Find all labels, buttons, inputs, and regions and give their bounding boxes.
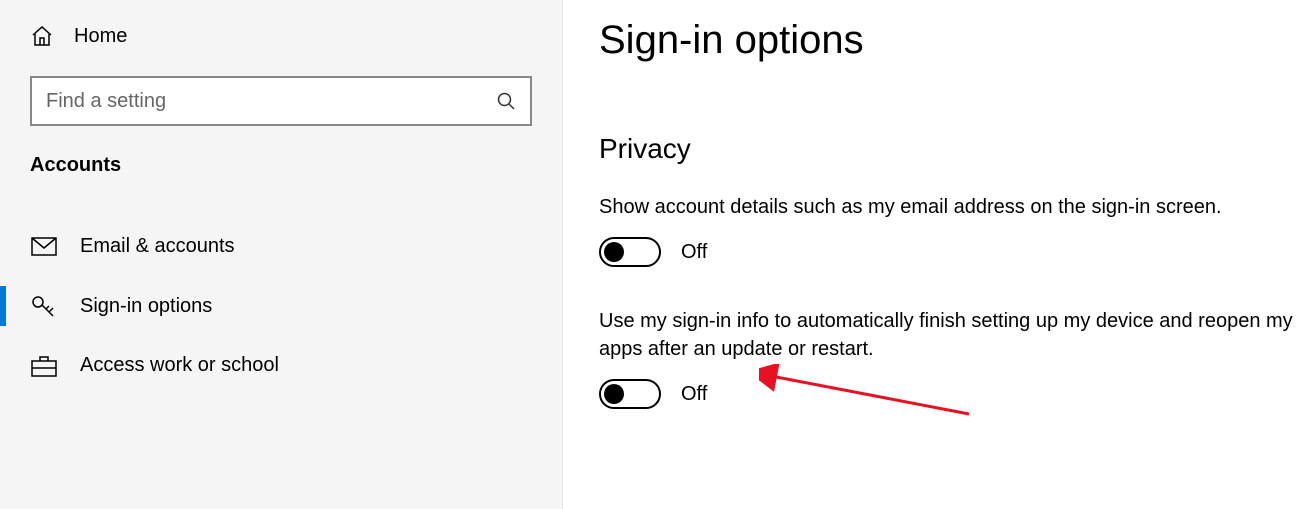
nav-home-label: Home: [74, 25, 127, 48]
search-input-wrap[interactable]: [30, 76, 532, 126]
toggle-auto-finish-setup[interactable]: [599, 379, 661, 409]
search-input[interactable]: [46, 90, 496, 113]
setting-show-account-details: Show account details such as my email ad…: [599, 193, 1309, 267]
toggle-state-label: Off: [681, 383, 707, 406]
setting-description: Use my sign-in info to automatically fin…: [599, 307, 1309, 363]
sidebar-section-label: Accounts: [0, 154, 562, 217]
annotation-arrow-icon: [759, 364, 979, 424]
sidebar-item-label: Email & accounts: [80, 235, 235, 258]
group-title-privacy: Privacy: [599, 133, 1309, 165]
sidebar-item-access-work-school[interactable]: Access work or school: [0, 336, 562, 395]
search-container: [0, 76, 562, 154]
sidebar-item-email-accounts[interactable]: Email & accounts: [0, 217, 562, 276]
content-pane: Sign-in options Privacy Show account det…: [563, 0, 1309, 509]
toggle-show-account-details[interactable]: [599, 237, 661, 267]
sidebar: Home Accounts Email & accounts: [0, 0, 563, 509]
toggle-state-label: Off: [681, 241, 707, 264]
sidebar-item-label: Access work or school: [80, 354, 279, 377]
home-icon: [30, 24, 54, 48]
search-icon: [496, 91, 516, 111]
key-icon: [30, 294, 58, 318]
nav-home[interactable]: Home: [0, 24, 562, 76]
setting-description: Show account details such as my email ad…: [599, 193, 1309, 221]
page-title: Sign-in options: [599, 18, 1309, 63]
sidebar-item-label: Sign-in options: [80, 295, 212, 318]
mail-icon: [30, 237, 58, 257]
sidebar-item-sign-in-options[interactable]: Sign-in options: [0, 276, 562, 336]
briefcase-icon: [30, 355, 58, 377]
setting-auto-finish-setup: Use my sign-in info to automatically fin…: [599, 307, 1309, 409]
